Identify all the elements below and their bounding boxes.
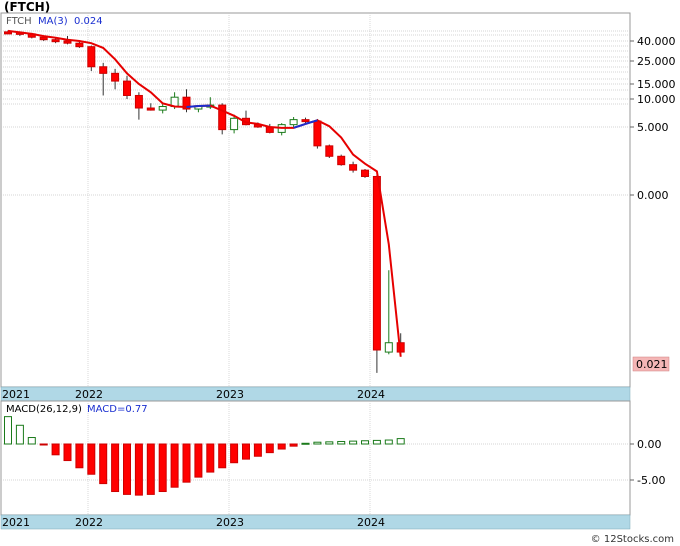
macd-bar xyxy=(349,440,358,445)
macd-tick-label: 0.00 xyxy=(637,438,662,451)
macd-bar xyxy=(337,440,346,445)
macd-panel-frame xyxy=(0,400,631,516)
x-axis-label: 2024 xyxy=(357,388,385,401)
macd-bar xyxy=(51,443,60,456)
candle-body xyxy=(75,42,84,48)
macd-bar xyxy=(15,424,24,445)
macd-legend-value: MACD=0.77 xyxy=(87,404,148,415)
watermark: © 12Stocks.com xyxy=(590,534,674,545)
macd-bar xyxy=(242,443,250,460)
candle-body xyxy=(337,155,346,166)
macd-bar xyxy=(265,443,274,454)
price-tick-label: 10.000 xyxy=(637,93,676,106)
macd-bar xyxy=(218,443,227,469)
candle-body xyxy=(146,107,155,111)
candle-body xyxy=(99,66,108,74)
candle-body xyxy=(289,119,298,126)
macd-bar xyxy=(230,443,239,464)
macd-bar xyxy=(277,443,286,450)
stock-chart: 40.00025.00015.00010.0005.0000.000 FTCH … xyxy=(0,12,676,530)
macd-bar xyxy=(27,437,36,445)
macd-legend: MACD(26,12,9) xyxy=(6,404,82,415)
price-tick-label: 25.000 xyxy=(637,55,676,68)
macd-bar xyxy=(99,443,108,485)
macd-bar xyxy=(134,443,143,496)
price-y-axis: 40.000 25.000 15.000 10.000 5.000 0.000 xyxy=(630,35,676,202)
candle-body xyxy=(301,119,310,123)
macd-bar xyxy=(39,443,48,446)
macd-bar xyxy=(63,443,72,462)
macd-bar xyxy=(194,443,203,478)
candle-body xyxy=(361,169,369,177)
macd-bar xyxy=(158,443,167,493)
last-price-label: 0.021 xyxy=(636,358,668,371)
macd-bar xyxy=(301,442,310,445)
candle-body xyxy=(349,164,358,171)
x-axis-label: 2023 xyxy=(216,388,244,401)
x-axis-label: 2022 xyxy=(75,388,103,401)
price-tick-label: 0.000 xyxy=(637,189,669,202)
x-axis-label: 2023 xyxy=(216,516,244,529)
x-axis-label: 2021 xyxy=(2,388,30,401)
macd-y-axis: 0.00 -5.00 xyxy=(630,438,665,487)
candle-body xyxy=(87,46,96,68)
candle-body xyxy=(384,342,393,353)
macd-bar xyxy=(123,443,131,495)
candle-body xyxy=(158,106,167,111)
legend-ma: MA(3) xyxy=(38,16,68,27)
macd-bar xyxy=(146,443,155,495)
macd-tick-label: -5.00 xyxy=(637,474,665,487)
price-panel-frame xyxy=(0,12,631,388)
macd-bar xyxy=(396,438,405,445)
macd-bar xyxy=(75,443,84,469)
macd-bar xyxy=(361,440,369,445)
candle-body xyxy=(134,94,143,109)
macd-bar xyxy=(87,443,96,475)
x-axis-label: 2021 xyxy=(2,516,30,529)
candle-body xyxy=(39,36,48,41)
x-axis-label: 2024 xyxy=(357,516,385,529)
ma-up-segment xyxy=(186,105,199,109)
macd-bar xyxy=(111,443,120,493)
candle-body xyxy=(230,117,239,131)
macd-bar xyxy=(182,443,191,483)
x-axis-label: 2022 xyxy=(75,516,103,529)
macd-bar xyxy=(4,416,12,445)
macd-bar xyxy=(289,443,298,447)
price-tick-label: 15.000 xyxy=(637,78,676,91)
candle-body xyxy=(325,145,334,157)
legend-ma-value: 0.024 xyxy=(74,16,103,27)
candle-body xyxy=(372,175,381,351)
macd-bar xyxy=(313,441,322,445)
candle-body xyxy=(63,40,72,44)
macd-bar xyxy=(253,443,262,457)
candle-body xyxy=(111,72,120,82)
macd-bar xyxy=(206,443,215,473)
legend-symbol: FTCH xyxy=(6,16,32,27)
macd-bar xyxy=(170,443,179,488)
candle-body xyxy=(313,120,322,147)
candle-body xyxy=(51,39,60,43)
candle-body xyxy=(123,80,131,96)
price-tick-label: 5.000 xyxy=(637,121,669,134)
macd-bar xyxy=(372,439,381,445)
macd-bar xyxy=(384,439,393,445)
macd-bar xyxy=(325,441,334,445)
price-tick-label: 40.000 xyxy=(637,35,676,48)
